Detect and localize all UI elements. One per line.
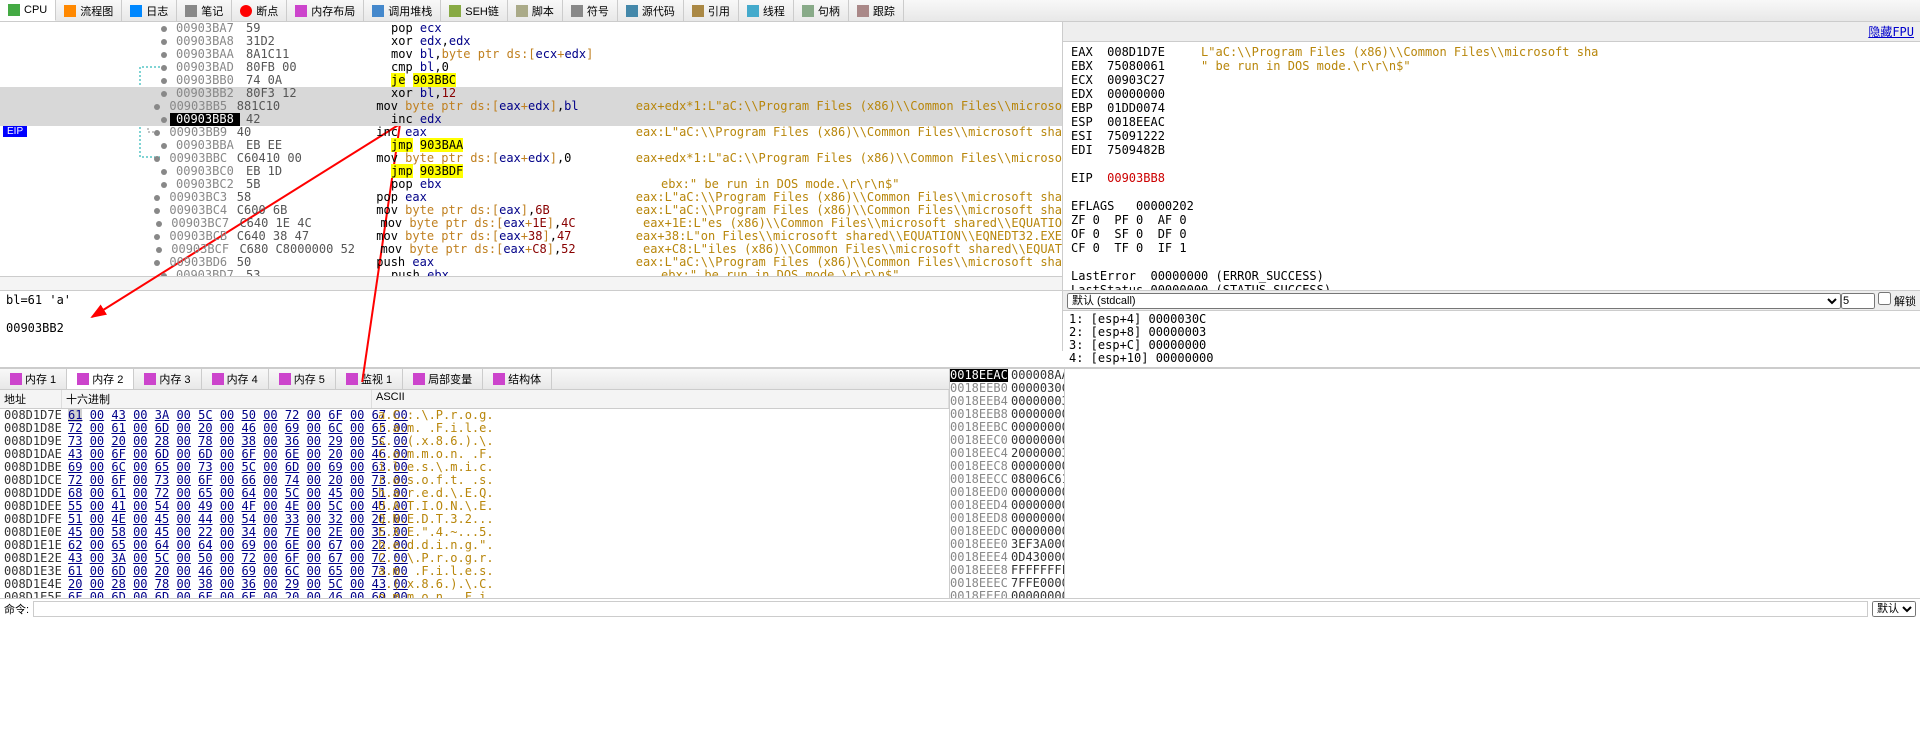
- disasm-comment: eax+edx*1:L"aC:\\Program Files (x86)\\Co…: [630, 100, 1062, 113]
- icon-cpu: [8, 4, 20, 16]
- toolbar-tab-CPU[interactable]: CPU: [0, 0, 56, 21]
- memory-icon: [413, 373, 425, 385]
- toolbar-tab-流程图[interactable]: 流程图: [56, 0, 122, 21]
- dump-tab-7[interactable]: 结构体: [483, 369, 552, 389]
- hide-fpu-link[interactable]: 隐藏FPU: [1868, 23, 1914, 40]
- toolbar-tab-SEH链[interactable]: SEH链: [441, 0, 508, 21]
- disasm-comment: eax+edx*1:L"aC:\\Program Files (x86)\\Co…: [630, 152, 1062, 165]
- disasm-row[interactable]: 00903BAD80FB 00cmp bl,0: [0, 61, 1062, 74]
- disasm-row[interactable]: 00903BD650push eaxeax:L"aC:\\Program Fil…: [0, 256, 1062, 269]
- disasm-comment: [655, 61, 1062, 74]
- dump-row[interactable]: 008D1E5E6F 00 6D 00 6D 00 6F 00 6E 00 20…: [0, 591, 949, 598]
- disasm-comment: eax:L"aC:\\Program Files (x86)\\Common F…: [630, 126, 1062, 139]
- memory-icon: [279, 373, 291, 385]
- icon-bp: [240, 5, 252, 17]
- disasm-comment: [655, 35, 1062, 48]
- icon-sym: [571, 5, 583, 17]
- dump-tab-1[interactable]: 内存 2: [67, 369, 134, 389]
- memory-icon: [346, 373, 358, 385]
- arg-count-spin[interactable]: [1841, 293, 1875, 309]
- memory-icon: [10, 373, 22, 385]
- toolbar-tab-断点[interactable]: 断点: [232, 0, 287, 21]
- icon-mem: [295, 5, 307, 17]
- memory-icon: [493, 373, 505, 385]
- dump-col-ascii: ASCII: [372, 390, 949, 408]
- stack-comment-panel: 返回到 gdi32.74EC7B03 自 ???返回到 gdi32.74EC7A…: [1065, 369, 1920, 598]
- info-line-2: 00903BB2: [6, 321, 1056, 335]
- toolbar-tab-引用[interactable]: 引用: [684, 0, 739, 21]
- toolbar-tab-句柄[interactable]: 句柄: [794, 0, 849, 21]
- disasm-inst: push ebx: [385, 269, 655, 276]
- command-label: 命令:: [4, 601, 29, 617]
- toolbar-tab-脚本[interactable]: 脚本: [508, 0, 563, 21]
- disasm-row[interactable]: 00903BD753push ebxebx:" be run in DOS mo…: [0, 269, 1062, 276]
- memory-icon: [77, 373, 89, 385]
- toolbar-tab-调用堆栈[interactable]: 调用堆栈: [364, 0, 441, 21]
- toolbar-tab-源代码[interactable]: 源代码: [618, 0, 684, 21]
- dump-tab-5[interactable]: 监视 1: [336, 369, 403, 389]
- toolbar-tab-线程[interactable]: 线程: [739, 0, 794, 21]
- disasm-comment: [655, 22, 1062, 35]
- disassembly-panel: EIP 00903BA759pop ecx00903BA831D2xor edx…: [0, 22, 1063, 290]
- stack-row[interactable]: 0018EEF000000000: [950, 590, 1064, 598]
- dump-tab-6[interactable]: 局部变量: [403, 369, 483, 389]
- toolbar-tab-笔记[interactable]: 笔记: [177, 0, 232, 21]
- disasm-row[interactable]: 00903BB074 0Aje 903BBC: [0, 74, 1062, 87]
- icon-stack: [372, 5, 384, 17]
- stack-addr-panel[interactable]: 0018EEAC000008AA0018EEB00000030C0018EEB4…: [950, 369, 1065, 598]
- icon-thread: [747, 5, 759, 17]
- info-panel: bl=61 'a' 00903BB2: [0, 291, 1063, 351]
- unlock-check[interactable]: [1878, 292, 1891, 305]
- disasm-comment: [655, 74, 1062, 87]
- disasm-bytes: 5B: [240, 178, 385, 191]
- dump-col-hex: 十六进制: [62, 390, 372, 408]
- disasm-bytes: C680 C8000000 52: [233, 243, 374, 256]
- disasm-row[interactable]: 00903BC0EB 1Djmp 903BDF: [0, 165, 1062, 178]
- memory-dump-panel: 内存 1内存 2内存 3内存 4内存 5监视 1局部变量结构体 地址 十六进制 …: [0, 369, 950, 598]
- disasm-bytes: 42: [240, 113, 385, 126]
- disasm-row[interactable]: 00903BB940inc eaxeax:L"aC:\\Program File…: [0, 126, 1062, 139]
- command-mode-combo[interactable]: 默认: [1872, 601, 1916, 617]
- main-toolbar: CPU流程图日志笔记断点内存布局调用堆栈SEH链脚本符号源代码引用线程句柄跟踪: [0, 0, 1920, 22]
- dump-tab-0[interactable]: 内存 1: [0, 369, 67, 389]
- dump-tab-4[interactable]: 内存 5: [269, 369, 336, 389]
- icon-flow: [64, 5, 76, 17]
- disasm-hscroll[interactable]: [0, 276, 1062, 290]
- dump-col-addr: 地址: [0, 390, 62, 408]
- command-bar: 命令: 默认: [0, 598, 1920, 619]
- toolbar-tab-内存布局[interactable]: 内存布局: [287, 0, 364, 21]
- icon-note: [185, 5, 197, 17]
- call-arg-row: 4: [esp+10] 00000000: [1069, 352, 1914, 365]
- disasm-comment: [655, 48, 1062, 61]
- icon-seh: [449, 5, 461, 17]
- disasm-row[interactable]: 00903BBCC60410 00mov byte ptr ds:[eax+ed…: [0, 152, 1062, 165]
- icon-script: [516, 5, 528, 17]
- icon-ref: [692, 5, 704, 17]
- disasm-bytes: EB 1D: [240, 165, 385, 178]
- dump-tab-2[interactable]: 内存 3: [134, 369, 201, 389]
- calling-convention-combo[interactable]: 默认 (stdcall): [1067, 293, 1841, 309]
- disasm-row[interactable]: 00903BAA8A1C11mov bl,byte ptr ds:[ecx+ed…: [0, 48, 1062, 61]
- icon-trace: [857, 5, 869, 17]
- dump-tab-3[interactable]: 内存 4: [202, 369, 269, 389]
- toolbar-tab-跟踪[interactable]: 跟踪: [849, 0, 904, 21]
- icon-handle: [802, 5, 814, 17]
- disasm-comment: ebx:" be run in DOS mode.\r\r\n$": [655, 269, 1062, 276]
- icon-src: [626, 5, 638, 17]
- memory-icon: [212, 373, 224, 385]
- info-line-1: bl=61 'a': [6, 293, 1056, 307]
- command-input[interactable]: [33, 601, 1868, 617]
- memory-icon: [144, 373, 156, 385]
- call-args-list: 1: [esp+4] 0000030C2: [esp+8] 000000033:…: [1063, 311, 1920, 367]
- disasm-bytes: 53: [240, 269, 385, 276]
- disasm-row[interactable]: 00903BB5881C10mov byte ptr ds:[eax+edx],…: [0, 100, 1062, 113]
- disasm-addr: 00903BD7: [170, 269, 240, 276]
- toolbar-tab-日志[interactable]: 日志: [122, 0, 177, 21]
- icon-log: [130, 5, 142, 17]
- toolbar-tab-符号[interactable]: 符号: [563, 0, 618, 21]
- disasm-row[interactable]: 00903BA759pop ecx: [0, 22, 1062, 35]
- registers-panel: 隐藏FPU EAX 008D1D7E L"aC:\\Program Files …: [1063, 22, 1920, 290]
